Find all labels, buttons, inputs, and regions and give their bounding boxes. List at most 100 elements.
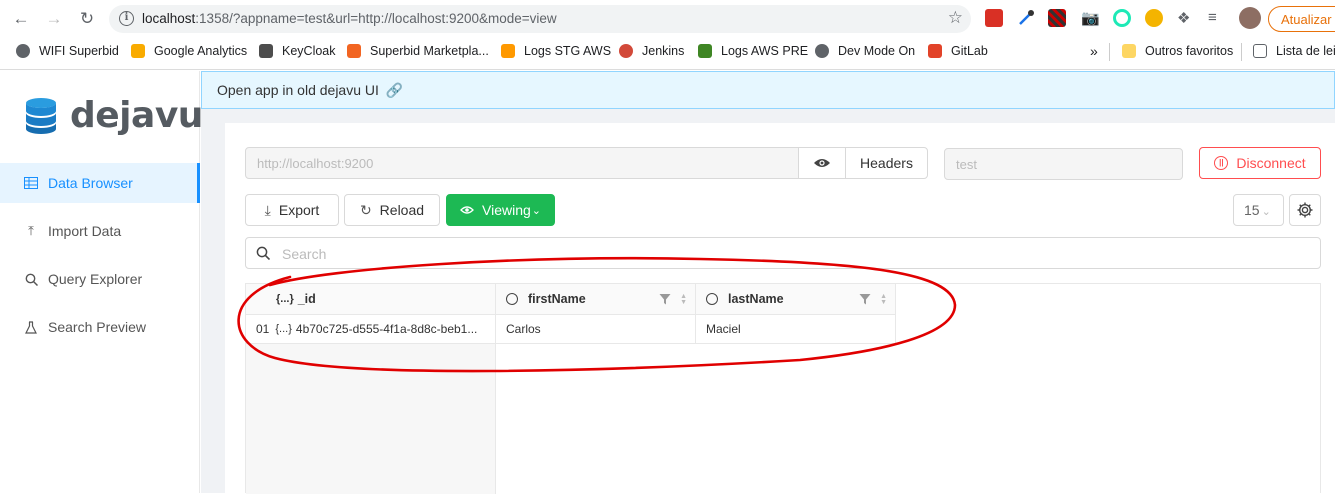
reload-button[interactable]: ↻ Reload [344, 194, 440, 226]
old-ui-banner: Open app in old dejavu UI 🔗 [201, 71, 1335, 109]
page-size-select[interactable]: 15 ⌄ [1233, 194, 1284, 226]
more-bookmarks-chevron[interactable]: » [1090, 42, 1098, 60]
sidebar-item-label: Query Explorer [48, 271, 143, 287]
bookmark-google-analytics[interactable]: Google Analytics [131, 42, 247, 60]
download-icon: ⤓ [264, 201, 271, 218]
column-header-firstname[interactable]: firstName ▲ ▼ [496, 284, 696, 315]
qr-extension-icon[interactable] [1048, 9, 1066, 27]
data-browser-card: http://localhost:9200 Headers test || Di… [225, 123, 1335, 494]
browser-chrome: ← → ↻ i localhost:1358/?appname=test&url… [0, 0, 1335, 70]
reload-page-icon[interactable]: ↻ [74, 6, 100, 32]
column-header-label: firstName [528, 292, 586, 306]
field-type-circle-icon [506, 293, 518, 305]
eye-icon [460, 202, 474, 218]
sort-icon[interactable]: ▲ ▼ [880, 293, 887, 306]
reading-list-icon [1253, 44, 1267, 58]
bookmark-logs-aws-pre[interactable]: Logs AWS PRE [698, 42, 808, 60]
globe-icon [16, 44, 30, 58]
table-icon [24, 176, 38, 190]
table-cell-lastname[interactable]: Maciel [696, 315, 896, 344]
jenkins-icon [619, 44, 633, 58]
gear-icon [1297, 202, 1313, 218]
logo-text: dejavu [70, 95, 203, 136]
object-braces-icon[interactable]: {...} [275, 323, 292, 335]
banner-text[interactable]: Open app in old dejavu UI [217, 82, 379, 98]
column-header-label: lastName [728, 292, 784, 306]
chevron-down-icon: ⌄ [1261, 206, 1271, 218]
site-info-icon[interactable]: i [119, 11, 134, 26]
pause-circle-icon: || [1214, 156, 1229, 170]
main-content: Open app in old dejavu UI 🔗 http://local… [201, 71, 1335, 494]
address-url[interactable]: localhost:1358/?appname=test&url=http://… [142, 11, 557, 26]
app-name-input[interactable]: test [944, 148, 1183, 180]
table-cell-firstname[interactable]: Carlos [496, 315, 696, 344]
bookmarks-bar: WIFI Superbid Google Analytics KeyCloak … [0, 38, 1335, 64]
bookmark-wifi-superbid[interactable]: WIFI Superbid [16, 42, 119, 60]
link-icon[interactable]: 🔗 [386, 82, 403, 98]
sidebar-item-search-preview[interactable]: Search Preview [0, 307, 200, 347]
browser-toolbar: ← → ↻ i localhost:1358/?appname=test&url… [0, 0, 1335, 37]
flask-icon [24, 320, 38, 334]
puzzle-extensions-icon[interactable]: ❖ [1177, 9, 1195, 27]
bookmark-dev-mode-on[interactable]: Dev Mode On [815, 42, 915, 60]
profile-avatar[interactable] [1239, 7, 1261, 29]
export-button[interactable]: ⤓ Export [245, 194, 339, 226]
keycloak-icon [259, 44, 273, 58]
cluster-url-input[interactable]: http://localhost:9200 [245, 147, 799, 179]
bookmark-reading-list[interactable]: Lista de leit [1253, 42, 1335, 60]
filter-icon[interactable] [859, 293, 871, 305]
sidebar-item-query-explorer[interactable]: Query Explorer [0, 259, 200, 299]
chevron-down-icon: ⌄ [531, 204, 541, 217]
address-bar[interactable]: i localhost:1358/?appname=test&url=http:… [109, 5, 971, 33]
dejavu-logo[interactable]: dejavu [24, 95, 203, 136]
bookmark-jenkins[interactable]: Jenkins [619, 42, 684, 60]
cookie-extension-icon[interactable] [1145, 9, 1163, 27]
mode-label: Viewing [482, 202, 531, 218]
update-browser-button[interactable]: Atualizar [1268, 6, 1335, 32]
sidebar: dejavu Data Browser ⤒ Import Data Query … [0, 71, 203, 493]
column-header-label: _id [297, 292, 316, 306]
sort-icon[interactable]: ▲ ▼ [680, 293, 687, 306]
sidebar-item-import-data[interactable]: ⤒ Import Data [0, 211, 200, 251]
filter-icon[interactable] [659, 293, 671, 305]
back-icon[interactable]: ← [8, 6, 34, 32]
bookmark-keycloak[interactable]: KeyCloak [259, 42, 336, 60]
eyedropper-extension-icon[interactable] [1017, 9, 1035, 27]
disconnect-button[interactable]: || Disconnect [1199, 147, 1321, 179]
bookmark-star-icon[interactable]: ☆ [948, 8, 963, 28]
headers-button[interactable]: Headers [845, 147, 928, 179]
settings-button[interactable] [1289, 194, 1321, 226]
superbid-icon [347, 44, 361, 58]
object-braces-icon: {...} [276, 293, 294, 305]
page-size-value: 15 [1244, 202, 1260, 218]
extension-red-icon[interactable] [985, 9, 1003, 27]
bookmark-other-favorites[interactable]: Outros favoritos [1122, 42, 1233, 60]
bookmark-superbid-marketplace[interactable]: Superbid Marketpla... [347, 42, 489, 60]
toggle-url-visibility-button[interactable] [798, 147, 846, 179]
sidebar-item-label: Search Preview [48, 319, 147, 335]
camera-extension-icon[interactable]: 📷 [1081, 9, 1100, 27]
bookmark-logs-stg-aws[interactable]: Logs STG AWS [501, 42, 611, 60]
search-input[interactable]: Search [245, 237, 1321, 269]
upload-icon: ⤒ [28, 223, 34, 238]
sidebar-item-data-browser[interactable]: Data Browser [0, 163, 200, 203]
search-placeholder: Search [282, 246, 327, 262]
search-icon [256, 246, 270, 260]
data-table: {...} _id firstName ▲ ▼ lastName ▲ ▼ 01 {.… [245, 283, 1321, 494]
media-queue-icon[interactable]: ≡ [1208, 9, 1226, 27]
disconnect-label: Disconnect [1236, 155, 1306, 171]
folder-icon [1122, 44, 1136, 58]
gitlab-icon [928, 44, 942, 58]
table-row-id-cell[interactable]: 01 {...} 4b70c725-d555-4f1a-8d8c-beb1... [246, 315, 496, 344]
forward-icon[interactable]: → [41, 6, 67, 32]
bookmark-separator [1241, 43, 1242, 61]
aws-bucket-icon [698, 44, 712, 58]
column-header-lastname[interactable]: lastName ▲ ▼ [696, 284, 896, 315]
aws-cube-icon [501, 44, 515, 58]
column-header-id[interactable]: {...} _id [246, 284, 496, 315]
mode-dropdown-button[interactable]: Viewing ⌄ [446, 194, 555, 226]
globe-icon [815, 44, 829, 58]
circle-extension-icon[interactable] [1113, 9, 1131, 27]
analytics-icon [131, 44, 145, 58]
bookmark-gitlab[interactable]: GitLab [928, 42, 988, 60]
